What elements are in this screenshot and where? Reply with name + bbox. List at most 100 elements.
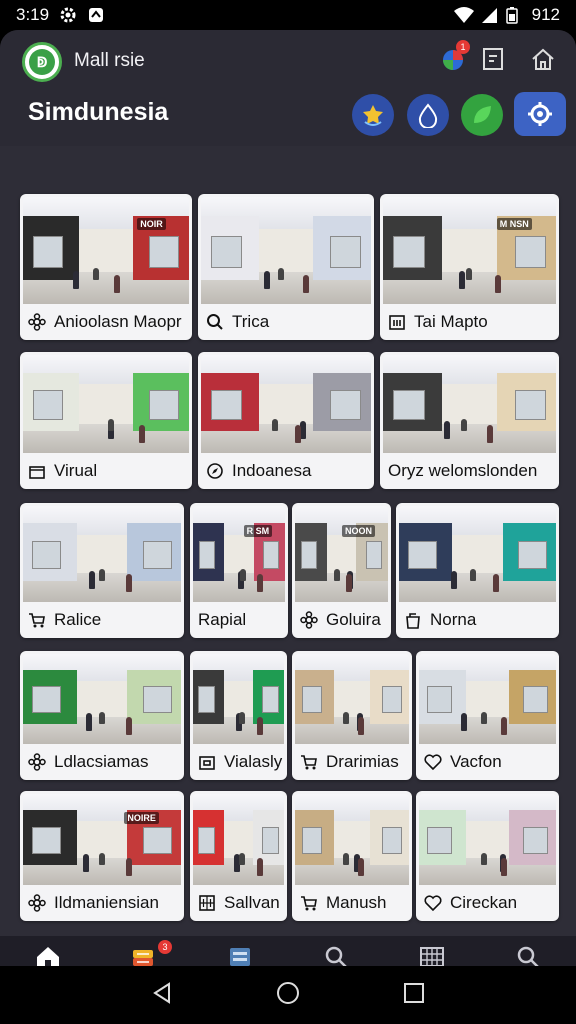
flower-icon bbox=[300, 611, 318, 629]
grid-icon bbox=[198, 894, 216, 912]
recents-button[interactable] bbox=[403, 982, 425, 1009]
store-card[interactable]: M NSN Tai Mapto bbox=[380, 194, 559, 340]
flower-icon bbox=[28, 894, 46, 912]
map-icon bbox=[226, 944, 254, 967]
store-label: Goluira bbox=[326, 610, 381, 629]
circle-icon bbox=[276, 981, 299, 1004]
bag-icon bbox=[404, 611, 422, 629]
store-card[interactable]: Virual bbox=[20, 352, 192, 489]
store-label: Rapial bbox=[198, 610, 247, 629]
store-photo bbox=[23, 654, 181, 744]
store-photo bbox=[399, 506, 556, 602]
store-label: Trica bbox=[232, 312, 270, 331]
store-photo: R SM bbox=[193, 506, 285, 602]
store-caption: Norna bbox=[396, 602, 559, 638]
store-card[interactable]: NOIR Anioolasn Maopr bbox=[20, 194, 192, 340]
header: ↁ Mall rsie 1 Simdunesia bbox=[0, 30, 576, 146]
status-time: 3:19 bbox=[16, 5, 50, 24]
compass-icon bbox=[206, 462, 224, 480]
store-caption: Vialasly bbox=[190, 744, 287, 780]
store-card[interactable]: Oryz welomslonden bbox=[380, 352, 559, 489]
heart-icon bbox=[424, 753, 442, 771]
store-card[interactable]: Cireckan bbox=[416, 791, 559, 921]
nav-item[interactable]: Lant bbox=[480, 936, 576, 966]
app-name: Mall rsie bbox=[74, 50, 145, 71]
battery-icon bbox=[505, 6, 524, 24]
store-card[interactable]: Ldlacsiamas bbox=[20, 651, 184, 780]
gear-icon bbox=[528, 102, 552, 126]
store-label: Tai Mapto bbox=[414, 312, 488, 331]
search-icon bbox=[322, 944, 350, 966]
settings-button[interactable] bbox=[514, 92, 566, 136]
store-card[interactable]: Vacfon bbox=[416, 651, 559, 780]
store-label: Vacfon bbox=[450, 752, 502, 771]
store-label: Ildmaniensian bbox=[54, 893, 159, 912]
store-photo bbox=[295, 794, 409, 885]
store-card[interactable]: Ralice bbox=[20, 503, 184, 638]
bottom-nav: FinmesiaVonantesiar3FiideSimulasiorCnato… bbox=[0, 936, 576, 966]
keyboard-icon bbox=[418, 944, 446, 966]
leaf-icon bbox=[474, 106, 491, 123]
store-label: Oryz welomslonden bbox=[388, 461, 538, 480]
home-button[interactable] bbox=[528, 44, 558, 74]
battery-level: 912 bbox=[531, 5, 560, 24]
store-card[interactable]: Trica bbox=[198, 194, 374, 340]
nav-item[interactable]: Vonantesiar3 bbox=[96, 936, 192, 966]
status-bar: 3:19 912 bbox=[0, 0, 576, 30]
store-label: Ldlacsiamas bbox=[54, 752, 149, 771]
store-card[interactable]: R SM Rapial bbox=[190, 503, 288, 638]
drop-icon bbox=[418, 103, 438, 128]
flower-icon bbox=[28, 313, 46, 331]
store-caption: Ildmaniensian bbox=[20, 885, 184, 921]
store-caption: Ldlacsiamas bbox=[20, 744, 184, 780]
store-card[interactable]: NOON Goluira bbox=[292, 503, 391, 638]
store-label: Virual bbox=[54, 461, 98, 480]
store-caption: Indoanesa bbox=[198, 453, 374, 489]
store-photo: M NSN bbox=[383, 197, 556, 304]
system-nav bbox=[0, 966, 576, 1024]
search-icon bbox=[514, 944, 542, 966]
signal-icon bbox=[480, 6, 498, 24]
store-caption: Anioolasn Maopr bbox=[20, 304, 192, 340]
store-photo: NOIR bbox=[23, 197, 189, 304]
notifications-button[interactable]: 1 bbox=[438, 40, 470, 74]
store-caption: Ralice bbox=[20, 602, 184, 638]
store-label: Vialasly bbox=[224, 752, 283, 771]
wifi-icon bbox=[453, 6, 474, 24]
store-card[interactable]: Vialasly bbox=[190, 651, 287, 780]
store-label: Norna bbox=[430, 610, 477, 629]
store-caption: Vacfon bbox=[416, 744, 559, 780]
app-window: ↁ Mall rsie 1 Simdunesia NOIR Anioolasn M… bbox=[0, 30, 576, 966]
store-label: Cireckan bbox=[450, 893, 518, 912]
back-button[interactable] bbox=[151, 981, 173, 1010]
store-card[interactable]: Sallvan bbox=[190, 791, 287, 921]
rewards-button[interactable] bbox=[352, 94, 394, 136]
store-photo bbox=[193, 794, 284, 885]
nav-item[interactable]: Fiide bbox=[192, 936, 288, 966]
store-photo bbox=[295, 654, 409, 744]
nav-item[interactable]: Finmesia bbox=[0, 936, 96, 966]
home-nav-button[interactable] bbox=[276, 981, 300, 1010]
store-card[interactable]: Norna bbox=[396, 503, 559, 638]
cart-icon bbox=[300, 894, 318, 912]
store-card[interactable]: NOIRE Ildmaniensian bbox=[20, 791, 184, 921]
store-caption: Manush bbox=[292, 885, 412, 921]
nav-item[interactable]: Cnatohas bbox=[384, 936, 480, 966]
store-card[interactable]: Indoanesa bbox=[198, 352, 374, 489]
drop-button[interactable] bbox=[407, 94, 449, 136]
nav-item[interactable]: Simulasior bbox=[288, 936, 384, 966]
store-photo: NOON bbox=[295, 506, 388, 602]
store-photo bbox=[419, 654, 556, 744]
store-card[interactable]: Drarimias bbox=[292, 651, 412, 780]
home-icon bbox=[532, 48, 554, 70]
store-sign: M NSN bbox=[496, 218, 532, 231]
notification-badge: 1 bbox=[456, 40, 470, 54]
app-logo[interactable]: ↁ bbox=[22, 42, 62, 82]
home-icon bbox=[34, 944, 62, 966]
leaf-icon: ↁ bbox=[29, 49, 55, 75]
store-caption: Tai Mapto bbox=[380, 304, 559, 340]
back-icon bbox=[153, 981, 171, 1004]
store-card[interactable]: Manush bbox=[292, 791, 412, 921]
document-button[interactable] bbox=[478, 44, 508, 74]
leaf-button[interactable] bbox=[461, 94, 503, 136]
